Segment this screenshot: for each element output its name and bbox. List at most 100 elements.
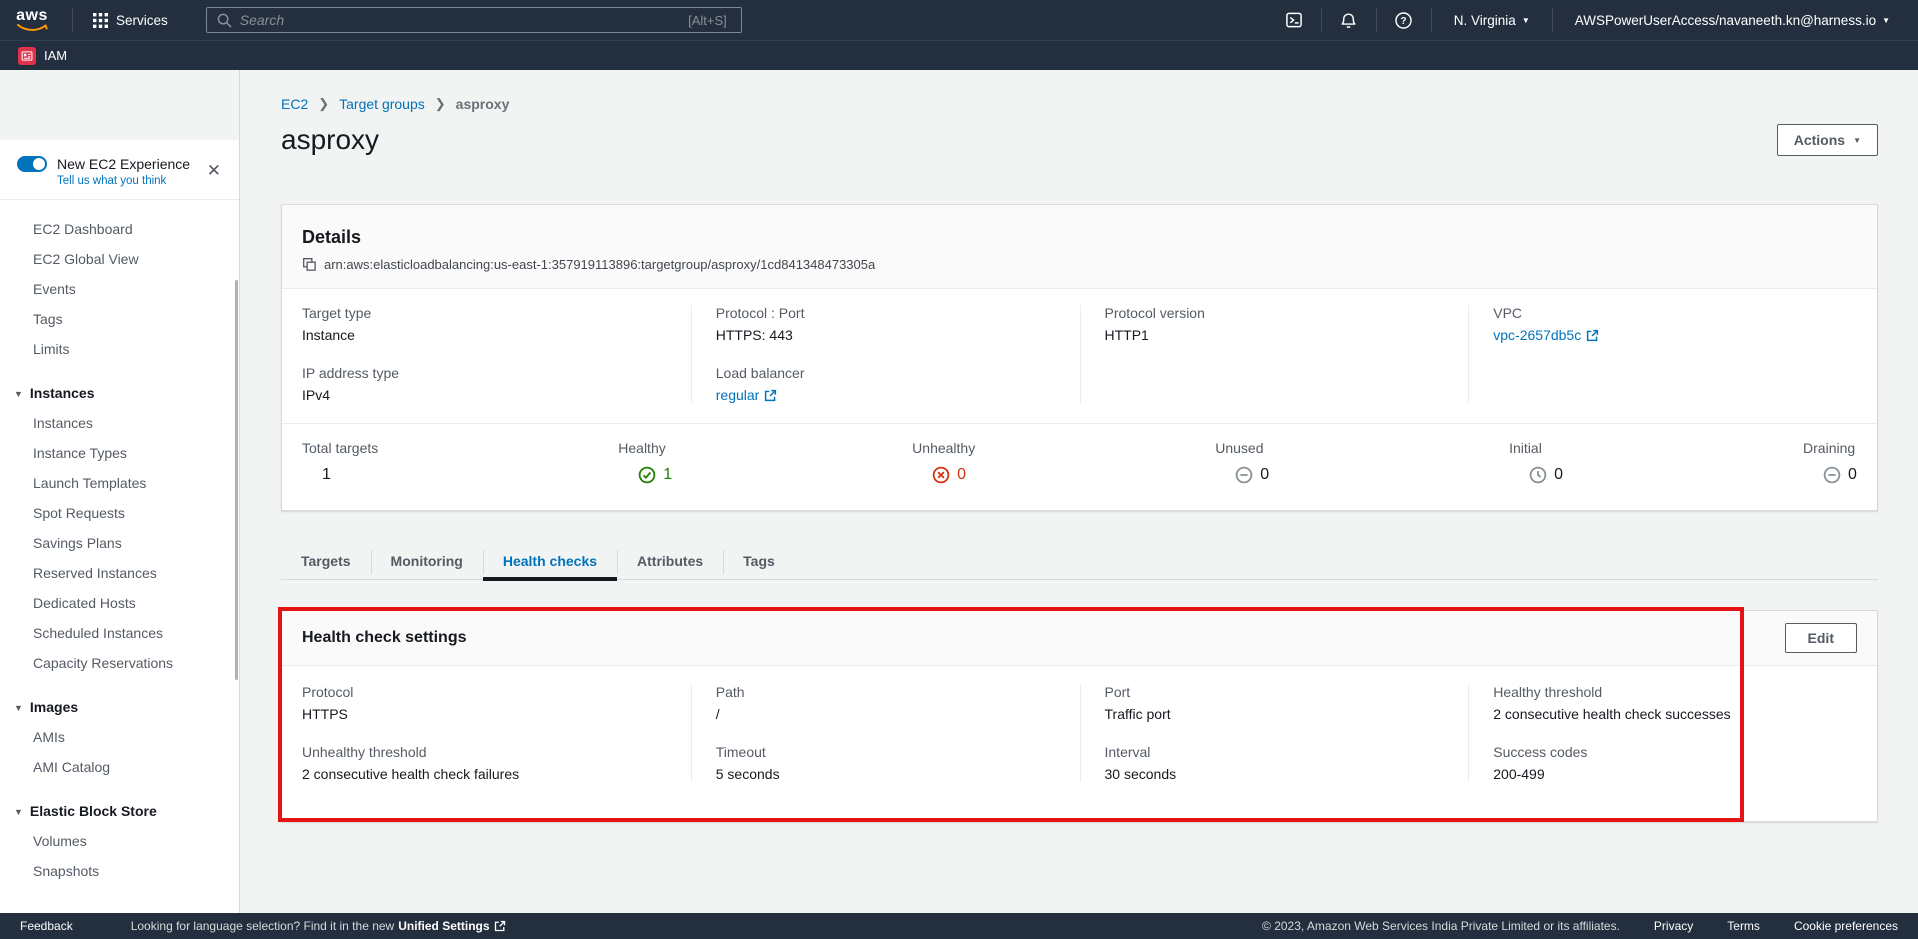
details-card-header: Details arn:aws:elasticloadbalancing:us-… bbox=[282, 205, 1877, 289]
total-targets-value: 1 bbox=[302, 466, 378, 484]
external-link-icon bbox=[1586, 329, 1599, 342]
notifications-button[interactable] bbox=[1332, 0, 1366, 40]
sidebar-item-events[interactable]: Events bbox=[0, 274, 239, 304]
external-link-icon bbox=[764, 389, 777, 402]
divider bbox=[1431, 8, 1432, 32]
ip-address-type-value: IPv4 bbox=[302, 387, 671, 403]
aws-smile-icon bbox=[16, 23, 48, 32]
new-experience-title: New EC2 Experience bbox=[57, 156, 190, 172]
breadcrumb-target-groups[interactable]: Target groups bbox=[339, 96, 425, 112]
divider bbox=[1321, 8, 1322, 32]
search-input[interactable] bbox=[240, 12, 620, 28]
actions-button[interactable]: Actions ▼ bbox=[1777, 124, 1878, 156]
copy-icon[interactable] bbox=[302, 257, 317, 272]
target-health-summary: Total targets 1 Healthy 1 Unhealthy 0 Un… bbox=[282, 423, 1877, 510]
field-label: Load balancer bbox=[716, 365, 1060, 381]
x-circle-icon bbox=[932, 466, 950, 484]
breadcrumb-ec2[interactable]: EC2 bbox=[281, 96, 308, 112]
tab-tags[interactable]: Tags bbox=[723, 543, 795, 579]
chevron-right-icon: ❯ bbox=[318, 96, 329, 112]
unified-settings-link[interactable]: Unified Settings bbox=[398, 919, 489, 933]
sidebar-item-dedicated-hosts[interactable]: Dedicated Hosts bbox=[0, 588, 239, 618]
sidebar-item-spot-requests[interactable]: Spot Requests bbox=[0, 498, 239, 528]
aws-logo-text: aws bbox=[16, 8, 48, 23]
tab-monitoring[interactable]: Monitoring bbox=[371, 543, 483, 579]
minus-circle-icon bbox=[1823, 466, 1841, 484]
chevron-down-icon: ▼ bbox=[1882, 17, 1890, 25]
sidebar-item-snapshots[interactable]: Snapshots bbox=[0, 856, 239, 886]
field-label: VPC bbox=[1493, 305, 1837, 321]
top-navigation-bar: aws Services [Alt+S] ? N. Virginia ▼ AWS… bbox=[0, 0, 1918, 40]
sidebar-item-savings-plans[interactable]: Savings Plans bbox=[0, 528, 239, 558]
sidebar-item-ec2-dashboard[interactable]: EC2 Dashboard bbox=[0, 214, 239, 244]
sidebar-item-ami-catalog[interactable]: AMI Catalog bbox=[0, 752, 239, 782]
breadcrumb-current: asproxy bbox=[456, 96, 510, 112]
sidebar-item-instances[interactable]: Instances bbox=[0, 408, 239, 438]
sidebar-item-tags[interactable]: Tags bbox=[0, 304, 239, 334]
edit-button[interactable]: Edit bbox=[1785, 623, 1857, 653]
field-label: IP address type bbox=[302, 365, 671, 381]
target-type-value: Instance bbox=[302, 327, 671, 343]
sidebar-item-launch-templates[interactable]: Launch Templates bbox=[0, 468, 239, 498]
section-caret-icon: ▼ bbox=[14, 807, 23, 817]
sidebar-section-images[interactable]: ▼Images bbox=[0, 692, 239, 722]
language-selection-hint: Looking for language selection? Find it … bbox=[131, 919, 506, 933]
sidebar-item-instance-types[interactable]: Instance Types bbox=[0, 438, 239, 468]
breadcrumb: EC2 ❯ Target groups ❯ asproxy bbox=[281, 96, 1878, 112]
hc-protocol-value: HTTPS bbox=[302, 706, 671, 722]
sidebar-item-amis[interactable]: AMIs bbox=[0, 722, 239, 752]
tab-targets[interactable]: Targets bbox=[281, 543, 371, 579]
minus-circle-icon bbox=[1235, 466, 1253, 484]
hc-success-codes-value: 200-499 bbox=[1493, 766, 1837, 782]
hc-timeout-value: 5 seconds bbox=[716, 766, 1060, 782]
page-title: asproxy bbox=[281, 124, 379, 156]
new-experience-toggle[interactable] bbox=[17, 156, 47, 172]
sidebar-item-limits[interactable]: Limits bbox=[0, 334, 239, 364]
sidebar-item-ec2-global-view[interactable]: EC2 Global View bbox=[0, 244, 239, 274]
hc-interval-value: 30 seconds bbox=[1105, 766, 1449, 782]
account-label: AWSPowerUserAccess/navaneeth.kn@harness.… bbox=[1575, 13, 1876, 28]
tab-health-checks[interactable]: Health checks bbox=[483, 543, 617, 579]
sidebar-item-scheduled-instances[interactable]: Scheduled Instances bbox=[0, 618, 239, 648]
tell-us-link[interactable]: Tell us what you think bbox=[57, 175, 221, 187]
cookie-preferences-link[interactable]: Cookie preferences bbox=[1794, 919, 1898, 933]
stat-total-targets: Total targets 1 bbox=[302, 440, 378, 484]
help-button[interactable]: ? bbox=[1387, 0, 1421, 40]
cloudshell-button[interactable] bbox=[1277, 0, 1311, 40]
tab-attributes[interactable]: Attributes bbox=[617, 543, 723, 579]
sidebar-section-instances[interactable]: ▼Instances bbox=[0, 378, 239, 408]
sidebar-scrollbar[interactable] bbox=[235, 280, 238, 680]
new-experience-panel: New EC2 Experience Tell us what you thin… bbox=[0, 140, 239, 200]
services-menu-button[interactable]: Services bbox=[83, 0, 178, 40]
account-menu[interactable]: AWSPowerUserAccess/navaneeth.kn@harness.… bbox=[1563, 0, 1902, 40]
bell-icon bbox=[1339, 11, 1358, 30]
section-caret-icon: ▼ bbox=[14, 389, 23, 399]
health-check-settings-card: Health check settings Edit ProtocolHTTPS… bbox=[281, 610, 1878, 822]
load-balancer-link[interactable]: regular bbox=[716, 387, 778, 403]
grid-icon bbox=[93, 13, 108, 28]
sidebar-item-volumes[interactable]: Volumes bbox=[0, 826, 239, 856]
stat-unused: Unused 0 bbox=[1215, 440, 1269, 484]
close-icon[interactable]: ✕ bbox=[207, 162, 221, 179]
divider bbox=[1552, 8, 1553, 32]
copyright-text: © 2023, Amazon Web Services India Privat… bbox=[1262, 919, 1620, 933]
sidebar-item-capacity-reservations[interactable]: Capacity Reservations bbox=[0, 648, 239, 678]
iam-shortcut[interactable]: IAM bbox=[18, 47, 67, 65]
global-search-box[interactable]: [Alt+S] bbox=[206, 7, 742, 33]
field-label: Interval bbox=[1105, 744, 1449, 760]
external-link-icon bbox=[494, 920, 506, 932]
privacy-link[interactable]: Privacy bbox=[1654, 919, 1693, 933]
svg-text:?: ? bbox=[1401, 16, 1407, 27]
iam-label: IAM bbox=[44, 48, 67, 63]
aws-logo[interactable]: aws bbox=[16, 8, 48, 32]
sidebar-item-reserved-instances[interactable]: Reserved Instances bbox=[0, 558, 239, 588]
cloudshell-terminal-icon bbox=[1284, 10, 1304, 30]
vpc-link[interactable]: vpc-2657db5c bbox=[1493, 327, 1599, 343]
sidebar-section-elastic-block-store[interactable]: ▼Elastic Block Store bbox=[0, 796, 239, 826]
field-label: Protocol : Port bbox=[716, 305, 1060, 321]
terms-link[interactable]: Terms bbox=[1727, 919, 1760, 933]
recently-visited-bar: IAM bbox=[0, 40, 1918, 70]
feedback-link[interactable]: Feedback bbox=[20, 919, 73, 933]
chevron-down-icon: ▼ bbox=[1853, 137, 1861, 145]
region-selector[interactable]: N. Virginia ▼ bbox=[1442, 0, 1542, 40]
